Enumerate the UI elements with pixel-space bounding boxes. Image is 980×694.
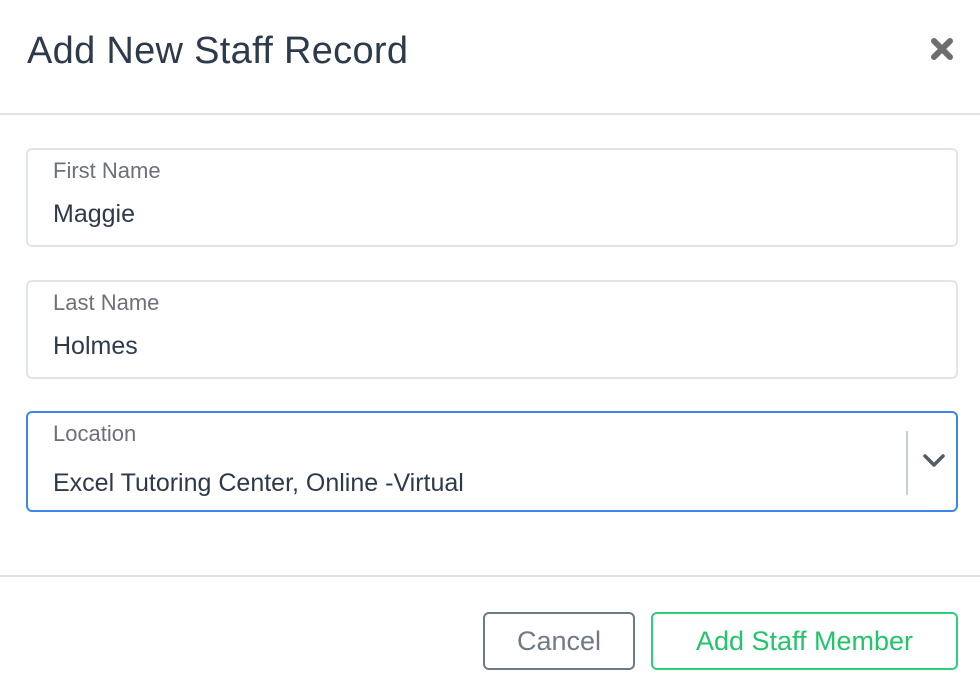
location-label: Location bbox=[53, 421, 137, 446]
cancel-button[interactable]: Cancel bbox=[483, 612, 635, 670]
modal-header: Add New Staff Record bbox=[0, 0, 980, 115]
last-name-label: Last Name bbox=[53, 290, 160, 315]
last-name-input[interactable]: Holmes bbox=[53, 332, 138, 361]
modal-footer: Cancel Add Staff Member bbox=[0, 575, 980, 694]
close-button[interactable] bbox=[926, 33, 958, 65]
modal-title: Add New Staff Record bbox=[27, 30, 409, 72]
select-divider bbox=[906, 431, 908, 495]
first-name-field[interactable]: First Name Maggie bbox=[26, 148, 958, 247]
add-staff-modal: Add New Staff Record First Name Maggie L… bbox=[0, 0, 980, 694]
first-name-input[interactable]: Maggie bbox=[53, 200, 135, 229]
location-selected-value[interactable]: Excel Tutoring Center, Online -Virtual bbox=[53, 469, 464, 498]
location-select[interactable]: Location Excel Tutoring Center, Online -… bbox=[26, 411, 958, 512]
chevron-down-icon[interactable] bbox=[922, 453, 946, 469]
close-icon bbox=[931, 38, 953, 60]
last-name-field[interactable]: Last Name Holmes bbox=[26, 280, 958, 379]
add-staff-member-button[interactable]: Add Staff Member bbox=[651, 612, 958, 670]
first-name-label: First Name bbox=[53, 158, 161, 183]
